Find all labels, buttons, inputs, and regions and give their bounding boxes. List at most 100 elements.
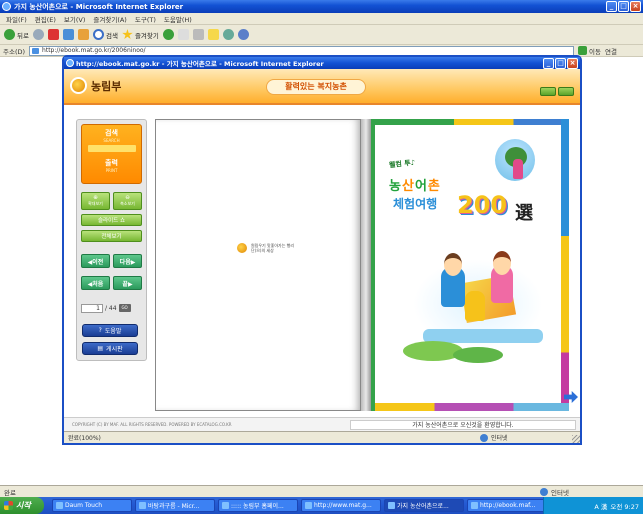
task-item-window[interactable]: ::::: 농림부 홈페이...	[218, 499, 298, 512]
resize-grip[interactable]	[572, 435, 580, 443]
history-button[interactable]	[162, 29, 174, 40]
search-label: 검색	[105, 31, 118, 40]
start-button[interactable]: 시작	[0, 497, 44, 514]
task-items: Daum Touch 바탕과구름 - Micr... ::::: 농림부 홈페이…	[52, 499, 547, 512]
help-button[interactable]: ? 도움말	[82, 324, 138, 337]
refresh-button[interactable]	[62, 29, 74, 40]
popup-maximize-button[interactable]: □	[555, 58, 566, 69]
brand-logo[interactable]: 농림부	[70, 77, 121, 94]
edit-icon	[207, 29, 219, 40]
menu-favorites[interactable]: 즐겨찾기(A)	[93, 14, 126, 24]
next-page-button[interactable]: 다음▶	[113, 254, 142, 268]
edit-button[interactable]	[207, 29, 219, 40]
page-number-input[interactable]: 1	[81, 303, 103, 313]
go-button[interactable]: 이동	[578, 46, 601, 56]
minimize-button[interactable]: _	[606, 1, 617, 12]
brand-name: 농림부	[91, 79, 122, 93]
task-item-window-active[interactable]: 가지 농산어촌으로...	[384, 499, 464, 512]
forward-button[interactable]	[32, 29, 44, 40]
task-item-window[interactable]: http://www.mat.g...	[301, 499, 381, 512]
menu-file[interactable]: 파일(F)	[6, 14, 27, 24]
cover-page[interactable]: 웰컴 투♪ 농산어촌 체험여행 200 選	[371, 119, 569, 411]
control-panel: 검색 SEARCH 출력 PRINT ⊕ 확대보기 ⊖ 축소보기 슬라이드 쇼 …	[76, 119, 147, 361]
slideshow-button[interactable]: 슬라이드 쇼	[81, 214, 142, 226]
address-input[interactable]: http://ebook.mat.go.kr/2006ninoo/	[29, 45, 575, 56]
messenger-button[interactable]	[237, 29, 249, 40]
ebook-popup-window: http://ebook.mat.go.kr - 가지 농산어촌으로 - Mic…	[62, 55, 582, 445]
ebook-spread: 원림우기 맛좋아가는 행리단(으)의 세상 웰컴 투♪ 농산어촌 체험여행 20…	[155, 119, 569, 411]
ie-icon	[222, 502, 229, 509]
book-spine	[361, 119, 371, 411]
favorites-button[interactable]: 즐겨찾기	[122, 29, 159, 40]
maximize-button[interactable]: □	[618, 1, 629, 12]
discuss-button[interactable]	[222, 29, 234, 40]
full-view-button[interactable]: 전체보기	[81, 230, 142, 242]
back-label: 뒤로	[17, 31, 29, 40]
page-go-button[interactable]: GO	[118, 304, 131, 312]
left-page-caption: 원림우기 맛좋아가는 행리단(으)의 세상	[251, 243, 295, 253]
viewer-close-button[interactable]	[558, 87, 574, 96]
favorites-label: 즐겨찾기	[134, 31, 159, 40]
outer-status-bar: 완료 인터넷	[0, 485, 643, 497]
board-icon: ▤	[97, 345, 104, 352]
popup-security-zone: 인터넷	[480, 433, 508, 442]
outer-window-titlebar[interactable]: 가지 농산어촌으로 - Microsoft Internet Explorer …	[0, 0, 643, 13]
girl-illustration	[513, 159, 523, 179]
hill-illustration	[453, 347, 503, 363]
viewer-minimize-button[interactable]	[540, 87, 556, 96]
task-item-daum-touch[interactable]: Daum Touch	[52, 499, 132, 512]
search-print-box: 검색 SEARCH 출력 PRINT	[81, 124, 142, 184]
viewer-footer: COPYRIGHT (C) BY MAF. ALL RIGHTS RESERVE…	[64, 417, 580, 431]
home-icon	[77, 29, 89, 40]
task-item-window[interactable]: 바탕과구름 - Micr...	[135, 499, 215, 512]
search-button[interactable]: 검색	[92, 29, 118, 40]
clock[interactable]: 오전 9:27	[610, 501, 639, 511]
viewer-window-buttons	[540, 87, 574, 96]
star-icon	[122, 29, 133, 40]
zoom-out-button[interactable]: ⊖ 축소보기	[113, 192, 142, 210]
prev-page-button[interactable]: ◀이전	[81, 254, 110, 268]
task-item-label: http://ebook.maf...	[480, 502, 536, 509]
boy-illustration	[441, 253, 465, 307]
task-item-label: ::::: 농림부 홈페이...	[231, 503, 284, 510]
mail-button[interactable]	[177, 29, 189, 40]
help-icon: ?	[98, 327, 102, 334]
menu-view[interactable]: 보기(V)	[64, 14, 85, 24]
taskbar: 시작 Daum Touch 바탕과구름 - Micr... ::::: 농림부 …	[0, 497, 643, 514]
menu-bar: 파일(F) 편집(E) 보기(V) 즐겨찾기(A) 도구(T) 도움말(H)	[0, 13, 643, 25]
popup-titlebar[interactable]: http://ebook.mat.go.kr - 가지 농산어촌으로 - Mic…	[64, 57, 580, 69]
task-item-window[interactable]: http://ebook.maf...	[467, 499, 547, 512]
left-page[interactable]: 원림우기 맛좋아가는 행리단(으)의 세상	[155, 119, 361, 411]
menu-tools[interactable]: 도구(T)	[135, 14, 156, 24]
board-button[interactable]: ▤ 게시판	[82, 342, 138, 355]
task-item-label: 가지 농산어촌으로...	[397, 503, 449, 510]
system-tray: A 漢 오전 9:27	[543, 497, 643, 514]
home-button[interactable]	[77, 29, 89, 40]
first-page-button[interactable]: ◀처음	[81, 276, 110, 290]
start-label: 시작	[16, 501, 31, 510]
slogan: 활력있는 복지농촌	[266, 79, 366, 95]
last-page-button[interactable]: 끝▶	[113, 276, 142, 290]
menu-help[interactable]: 도움말(H)	[164, 14, 192, 24]
search-label[interactable]: 검색	[82, 128, 141, 138]
search-icon	[92, 29, 104, 40]
outer-window-title: 가지 농산어촌으로 - Microsoft Internet Explorer	[14, 2, 184, 11]
ime-indicator[interactable]: A 漢	[594, 501, 607, 511]
search-input[interactable]	[87, 145, 136, 152]
girl-illustration	[491, 251, 513, 303]
ie-icon	[66, 59, 74, 67]
stop-icon	[47, 29, 59, 40]
stop-button[interactable]	[47, 29, 59, 40]
print-button[interactable]	[192, 29, 204, 40]
popup-close-button[interactable]: ×	[567, 58, 578, 69]
back-button[interactable]: 뒤로	[4, 29, 29, 40]
outer-window-controls: _ □ ×	[606, 1, 641, 12]
menu-edit[interactable]: 편집(E)	[35, 14, 56, 24]
cover-hanja: 選	[515, 203, 533, 224]
popup-minimize-button[interactable]: _	[543, 58, 554, 69]
zoom-in-button[interactable]: ⊕ 확대보기	[81, 192, 110, 210]
search-sub-label: SEARCH	[103, 138, 120, 143]
close-button[interactable]: ×	[630, 1, 641, 12]
print-label[interactable]: 출력	[82, 158, 141, 168]
links-label[interactable]: 연결	[605, 46, 617, 56]
